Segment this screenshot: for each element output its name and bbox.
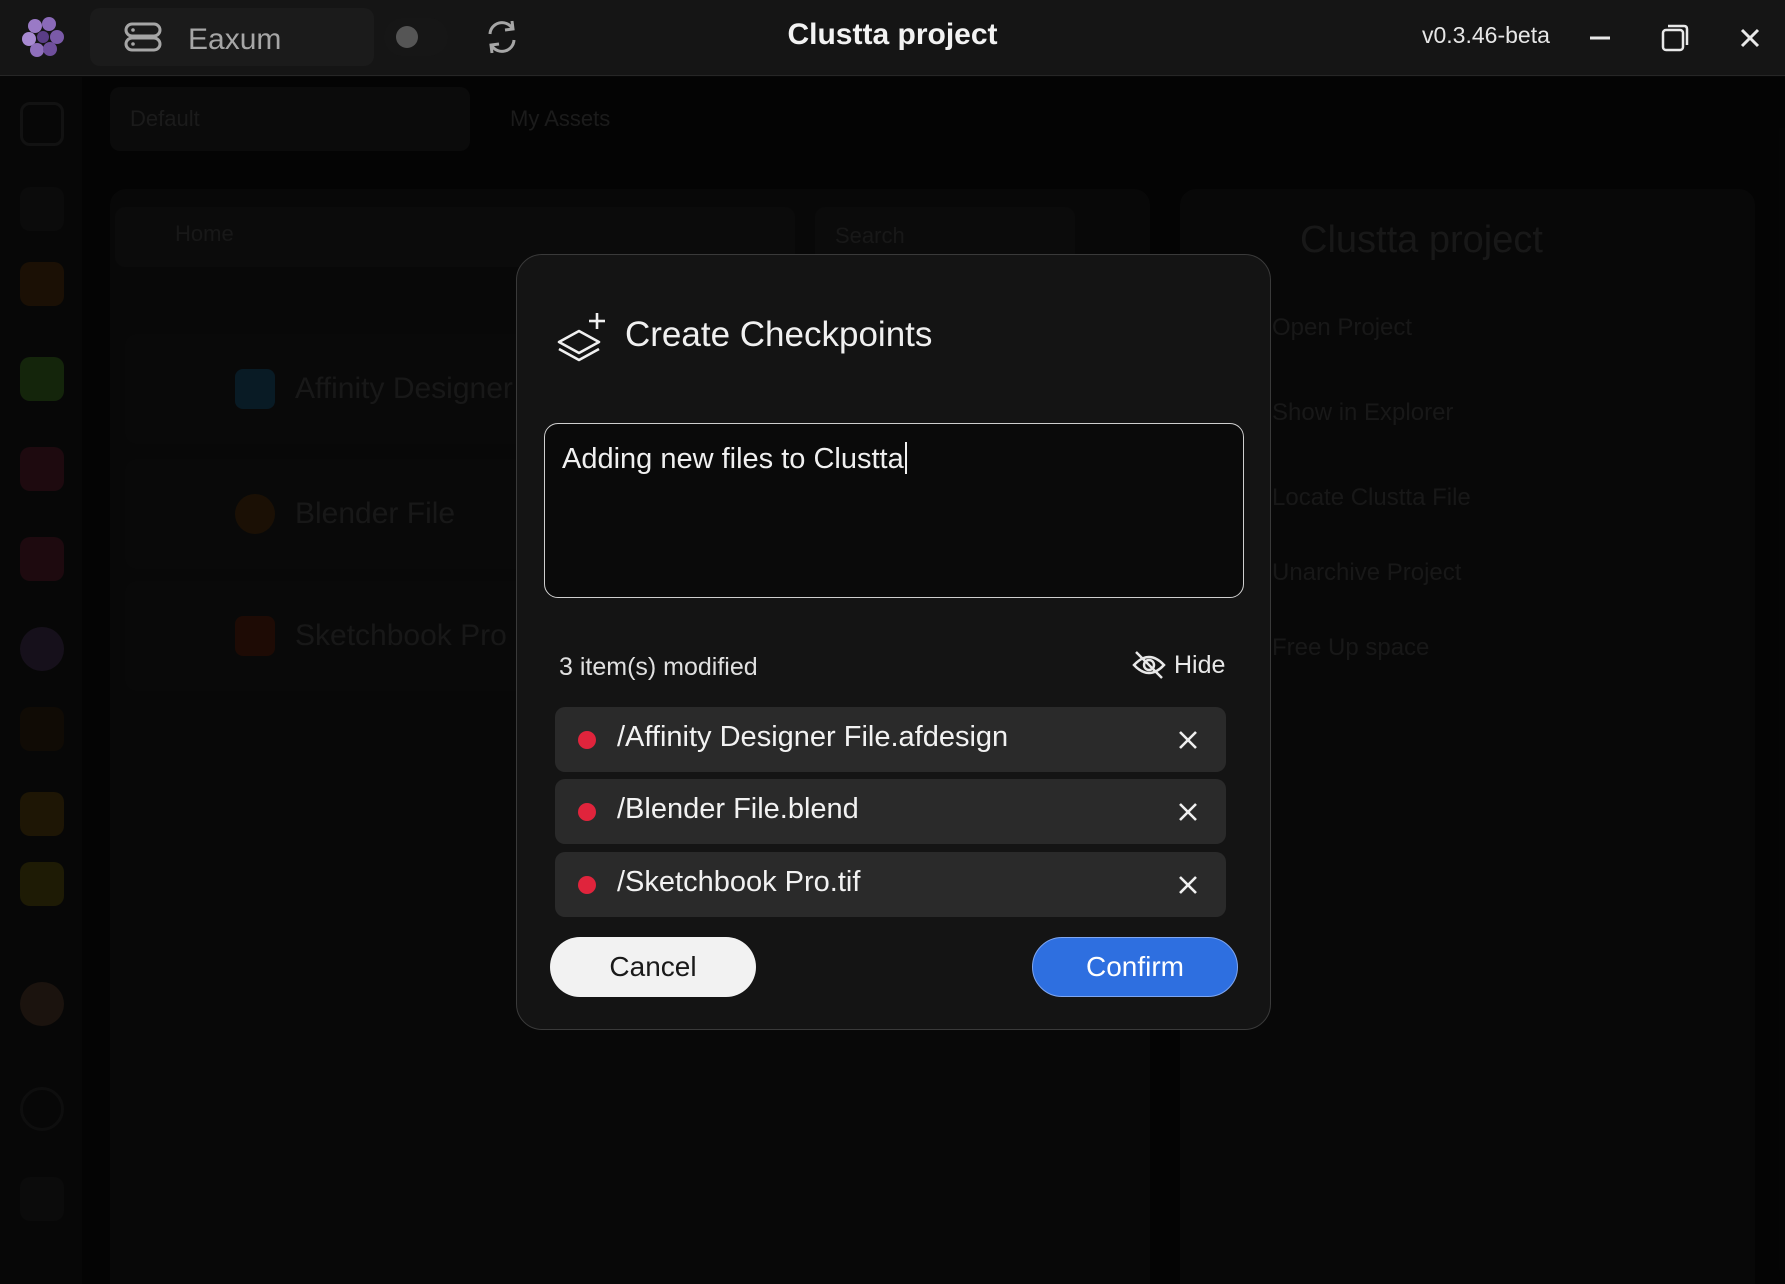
minimize-icon[interactable]: [1582, 20, 1618, 56]
message-text: Adding new files to Clustta: [562, 443, 904, 475]
file-path: /Sketchbook Pro.tif: [617, 866, 861, 898]
maximize-icon[interactable]: [1657, 20, 1693, 56]
dialog-title: Create Checkpoints: [625, 315, 933, 354]
file-path: /Affinity Designer File.afdesign: [617, 721, 1009, 753]
title-bar: Eaxum Clustta project v0.3.46-beta: [0, 0, 1785, 76]
eye-off-icon: [1132, 651, 1166, 679]
close-icon[interactable]: [1172, 724, 1204, 756]
close-icon[interactable]: [1172, 869, 1204, 901]
status-dot: [396, 26, 418, 48]
database-icon: [124, 22, 162, 52]
layers-plus-icon: [557, 313, 605, 362]
cancel-button[interactable]: Cancel: [550, 937, 756, 997]
modified-file-item: /Blender File.blend: [555, 779, 1226, 844]
workspace-name: Eaxum: [188, 23, 282, 56]
refresh-icon[interactable]: [484, 18, 520, 56]
version-label: v0.3.46-beta: [1422, 22, 1550, 48]
connection-status[interactable]: [384, 18, 448, 56]
close-icon[interactable]: [1172, 796, 1204, 828]
file-path: /Blender File.blend: [617, 793, 859, 825]
text-caret: [904, 442, 907, 474]
modified-file-item: /Sketchbook Pro.tif: [555, 852, 1226, 917]
modified-status-dot: [578, 803, 596, 821]
app-logo-icon[interactable]: [20, 16, 66, 58]
modified-file-item: /Affinity Designer File.afdesign: [555, 707, 1226, 772]
close-window-icon[interactable]: [1732, 20, 1768, 56]
create-checkpoints-dialog: Create Checkpoints Adding new files to C…: [516, 254, 1271, 1030]
hide-label: Hide: [1174, 650, 1226, 679]
confirm-button[interactable]: Confirm: [1032, 937, 1238, 997]
hide-toggle-button[interactable]: Hide: [1132, 647, 1225, 683]
modified-status-dot: [578, 731, 596, 749]
modified-count: 3 item(s) modified: [559, 653, 758, 681]
modified-status-dot: [578, 876, 596, 894]
checkpoint-message-input[interactable]: Adding new files to Clustta: [544, 423, 1244, 598]
workspace-switcher[interactable]: Eaxum: [90, 8, 421, 66]
